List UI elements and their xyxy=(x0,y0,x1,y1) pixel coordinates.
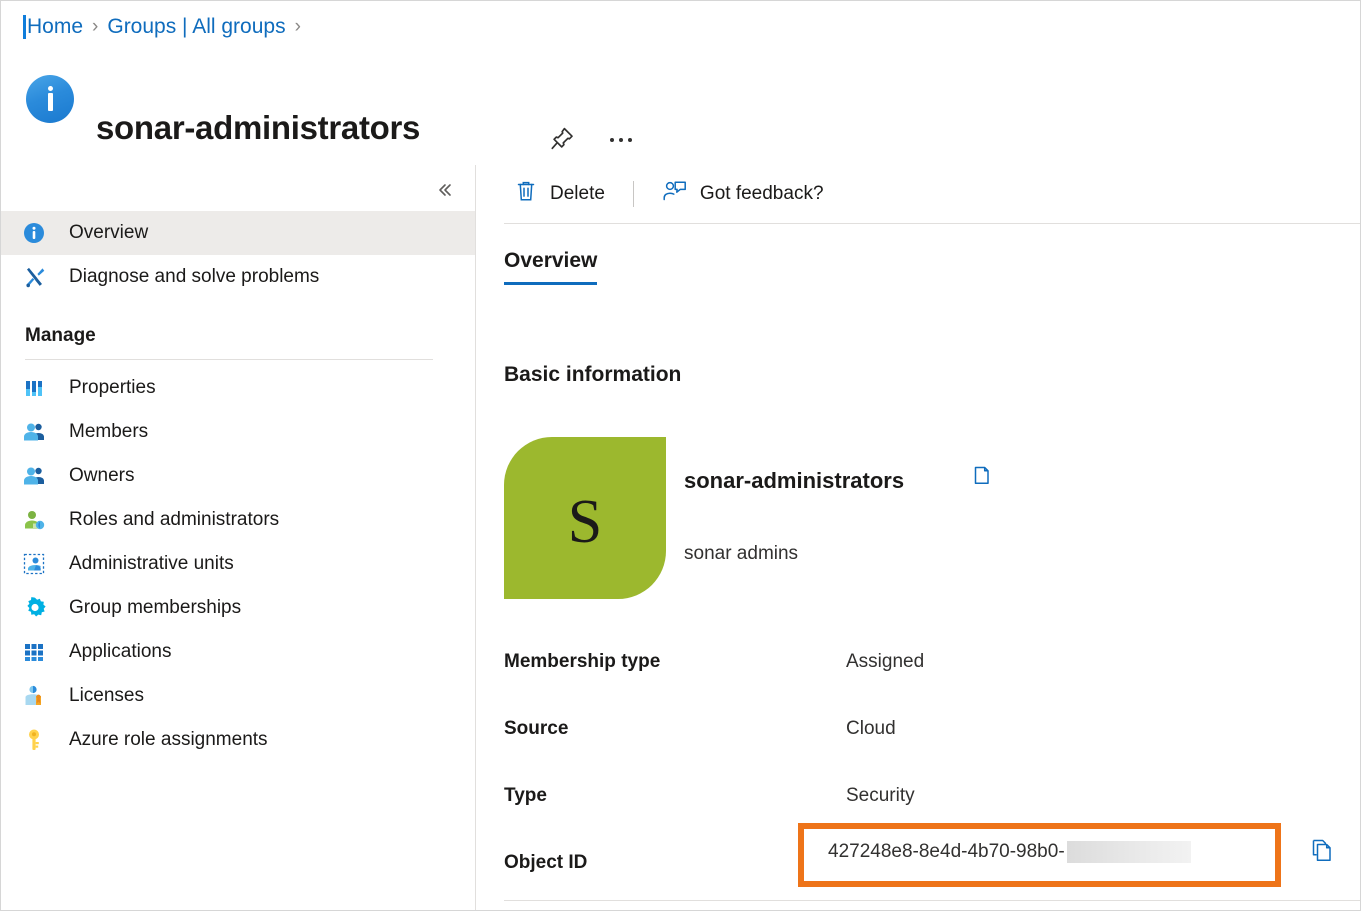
avatar-letter: S xyxy=(568,491,602,553)
tab-overview[interactable]: Overview xyxy=(504,249,597,285)
sidebar-item-label: Owners xyxy=(69,465,134,487)
pin-icon[interactable] xyxy=(546,123,578,155)
sidebar-item-owners[interactable]: Owners xyxy=(1,454,475,498)
command-bar-separator xyxy=(633,181,634,207)
sidebar-item-overview[interactable]: Overview xyxy=(1,211,475,255)
sidebar-item-label: Group memberships xyxy=(69,597,241,619)
breadcrumb-accent-bar xyxy=(23,15,26,39)
sidebar-item-label: Diagnose and solve problems xyxy=(69,266,319,288)
sidebar-item-roles-and-administrators[interactable]: Roles and administrators xyxy=(1,498,475,542)
sidebar-item-diagnose-and-solve-problems[interactable]: Diagnose and solve problems xyxy=(1,255,475,299)
breadcrumb-home-link[interactable]: Home xyxy=(27,15,83,39)
object-id-redacted-block xyxy=(1067,841,1191,863)
sidebar-item-licenses[interactable]: Licenses xyxy=(1,674,475,718)
breadcrumb-separator-icon: › xyxy=(92,16,98,38)
got-feedback-button[interactable]: Got feedback? xyxy=(652,174,834,214)
sidebar-nav-list: Overview Diagnose and solve problems Man… xyxy=(1,211,475,762)
ellipsis-icon[interactable] xyxy=(604,125,638,155)
got-feedback-button-label: Got feedback? xyxy=(700,183,824,205)
azure-portal-group-overview-blade: Home › Groups | All groups › sonar-admin… xyxy=(0,0,1361,911)
delete-button-label: Delete xyxy=(550,183,605,205)
copy-icon[interactable] xyxy=(971,465,999,493)
sidebar-item-label: Roles and administrators xyxy=(69,509,279,531)
property-value: Assigned xyxy=(846,651,924,673)
sidebar-item-properties[interactable]: Properties xyxy=(1,366,475,410)
property-row-source: Source Cloud xyxy=(504,718,1344,752)
sidebar: Overview Diagnose and solve problems Man… xyxy=(1,165,475,911)
sidebar-item-label: Azure role assignments xyxy=(69,729,268,751)
tab-overview-label: Overview xyxy=(504,249,597,272)
person-feedback-icon xyxy=(662,179,688,209)
grid-apps-icon xyxy=(23,639,53,665)
delete-button[interactable]: Delete xyxy=(504,174,615,214)
copy-icon[interactable] xyxy=(1311,838,1339,868)
wrench-screwdriver-icon xyxy=(23,264,53,290)
property-row-membership-type: Membership type Assigned xyxy=(504,651,1344,685)
breadcrumb-groups-link[interactable]: Groups | All groups xyxy=(107,15,285,39)
property-key: Object ID xyxy=(504,852,587,874)
main-content: Delete Got feedback? xyxy=(476,165,1361,911)
sidebar-item-label: Licenses xyxy=(69,685,144,707)
sidebar-divider xyxy=(25,359,433,360)
property-value: Security xyxy=(846,785,915,807)
info-circle-icon xyxy=(23,220,53,246)
sidebar-group-heading: Manage xyxy=(1,299,475,347)
administrative-units-icon xyxy=(23,551,53,577)
sidebar-item-label: Overview xyxy=(69,222,148,244)
sidebar-item-administrative-units[interactable]: Administrative units xyxy=(1,542,475,586)
tab-strip: Overview xyxy=(504,249,597,285)
property-key: Membership type xyxy=(504,651,660,673)
object-id-visible-text: 427248e8-8e4d-4b70-98b0- xyxy=(828,841,1065,863)
people-icon xyxy=(23,463,53,489)
content-bottom-rule xyxy=(504,900,1361,901)
sidebar-item-members[interactable]: Members xyxy=(1,410,475,454)
sidebar-item-label: Applications xyxy=(69,641,171,663)
person-ribbon-icon xyxy=(23,683,53,709)
property-key: Type xyxy=(504,785,547,807)
info-circle-icon xyxy=(26,75,74,123)
sidebar-item-azure-role-assignments[interactable]: Azure role assignments xyxy=(1,718,475,762)
sidebar-item-applications[interactable]: Applications xyxy=(1,630,475,674)
breadcrumb: Home › Groups | All groups › xyxy=(1,1,1361,53)
page-title: sonar-administrators xyxy=(96,111,420,144)
group-avatar: S xyxy=(504,437,666,599)
people-icon xyxy=(23,419,53,445)
bar-chart-icon xyxy=(23,375,53,401)
sidebar-item-label: Members xyxy=(69,421,148,443)
command-bar-underline xyxy=(504,223,1361,224)
blade-title-row: sonar-administrators Group xyxy=(1,53,1361,165)
sidebar-item-group-memberships[interactable]: Group memberships xyxy=(1,586,475,630)
group-name: sonar-administrators xyxy=(684,468,904,494)
command-bar: Delete Got feedback? xyxy=(476,165,1361,223)
property-value: Cloud xyxy=(846,718,896,740)
gear-icon xyxy=(23,595,53,621)
property-row-type: Type Security xyxy=(504,785,1344,819)
chevron-double-left-icon[interactable] xyxy=(431,177,457,203)
key-icon xyxy=(23,727,53,753)
sidebar-item-label: Administrative units xyxy=(69,553,234,575)
trash-icon xyxy=(514,179,538,209)
property-key: Source xyxy=(504,718,568,740)
object-id-value[interactable]: 427248e8-8e4d-4b70-98b0- xyxy=(828,841,1191,863)
breadcrumb-separator-icon: › xyxy=(295,16,301,38)
section-title-basic-information: Basic information xyxy=(504,363,681,387)
group-description: sonar admins xyxy=(684,543,798,565)
sidebar-item-label: Properties xyxy=(69,377,156,399)
person-shield-icon xyxy=(23,507,53,533)
